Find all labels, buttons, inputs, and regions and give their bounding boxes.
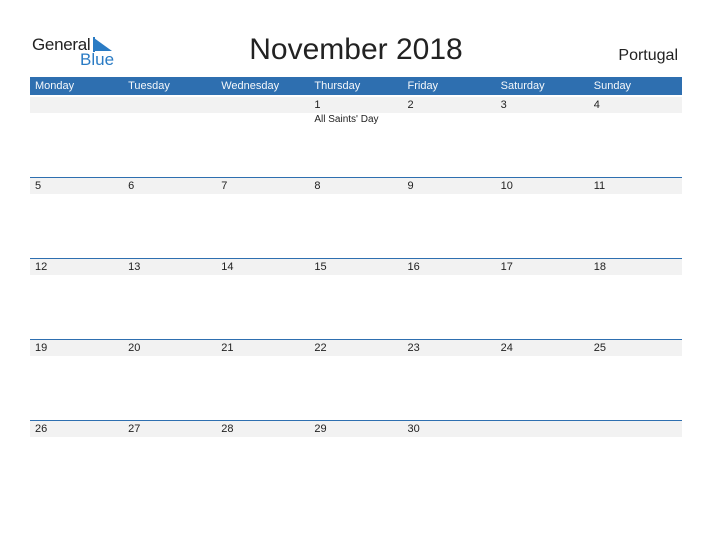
day-number: 11 [593,180,606,192]
weekday-sunday: Sunday [593,80,632,92]
day-number: 24 [500,342,513,354]
day-number: 27 [128,423,141,435]
day-number: 9 [407,180,414,192]
weekday-thursday: Thursday [314,80,361,92]
day-number: 21 [221,342,234,354]
day-number: 15 [314,261,327,273]
day-number: 22 [314,342,327,354]
weekday-tuesday: Tuesday [128,80,170,92]
day-number: 13 [128,261,141,273]
day-number: 1 [314,99,321,111]
holiday-label [496,113,589,127]
day-number: 29 [314,423,327,435]
week-row: 19 20 21 22 23 24 25 [30,339,682,356]
day-number: 14 [221,261,234,273]
week-row: 26 27 28 29 30 [30,420,682,437]
day-number: 30 [407,423,420,435]
date-strip: 5 6 7 8 9 10 11 [30,178,682,194]
day-number: 7 [221,180,228,192]
weekday-monday: Monday [35,80,75,92]
day-number: 20 [128,342,141,354]
day-number [216,97,309,113]
day-number: 3 [500,99,507,111]
day-number: 19 [35,342,48,354]
holiday-label [403,113,496,127]
day-number: 17 [500,261,513,273]
day-number: 26 [35,423,48,435]
day-number: 2 [407,99,414,111]
weekday-wednesday: Wednesday [221,80,280,92]
day-number: 8 [314,180,321,192]
day-number: 28 [221,423,234,435]
day-number [496,421,589,437]
day-number: 18 [593,261,606,273]
day-number: 16 [407,261,420,273]
date-strip: 26 27 28 29 30 [30,421,682,437]
day-number [123,97,216,113]
events-row: All Saints' Day [30,113,682,127]
weekday-friday: Friday [407,80,439,92]
week-row: 12 13 14 15 16 17 18 [30,258,682,275]
holiday-label [216,113,309,127]
day-number: 10 [500,180,513,192]
weekday-header: Monday Tuesday Wednesday Thursday Friday… [30,77,682,95]
holiday-label [123,113,216,127]
day-number: 12 [35,261,48,273]
day-number: 4 [593,99,600,111]
day-number: 23 [407,342,420,354]
day-number [30,97,123,113]
day-number: 25 [593,342,606,354]
date-strip: 19 20 21 22 23 24 25 [30,340,682,356]
week-row: 5 6 7 8 9 10 11 [30,177,682,194]
date-strip: 12 13 14 15 16 17 18 [30,259,682,275]
day-number: 6 [128,180,135,192]
calendar-title: November 2018 [249,33,463,66]
holiday-label [589,113,682,127]
week-row: 1 2 3 4 All Saints' Day [30,96,682,127]
day-number [589,421,682,437]
date-strip: 1 2 3 4 [30,97,682,113]
weekday-saturday: Saturday [500,80,545,92]
day-number: 5 [35,180,42,192]
holiday-label: All Saints' Day [314,114,379,125]
country-label: Portugal [618,47,678,64]
holiday-label [30,113,123,127]
